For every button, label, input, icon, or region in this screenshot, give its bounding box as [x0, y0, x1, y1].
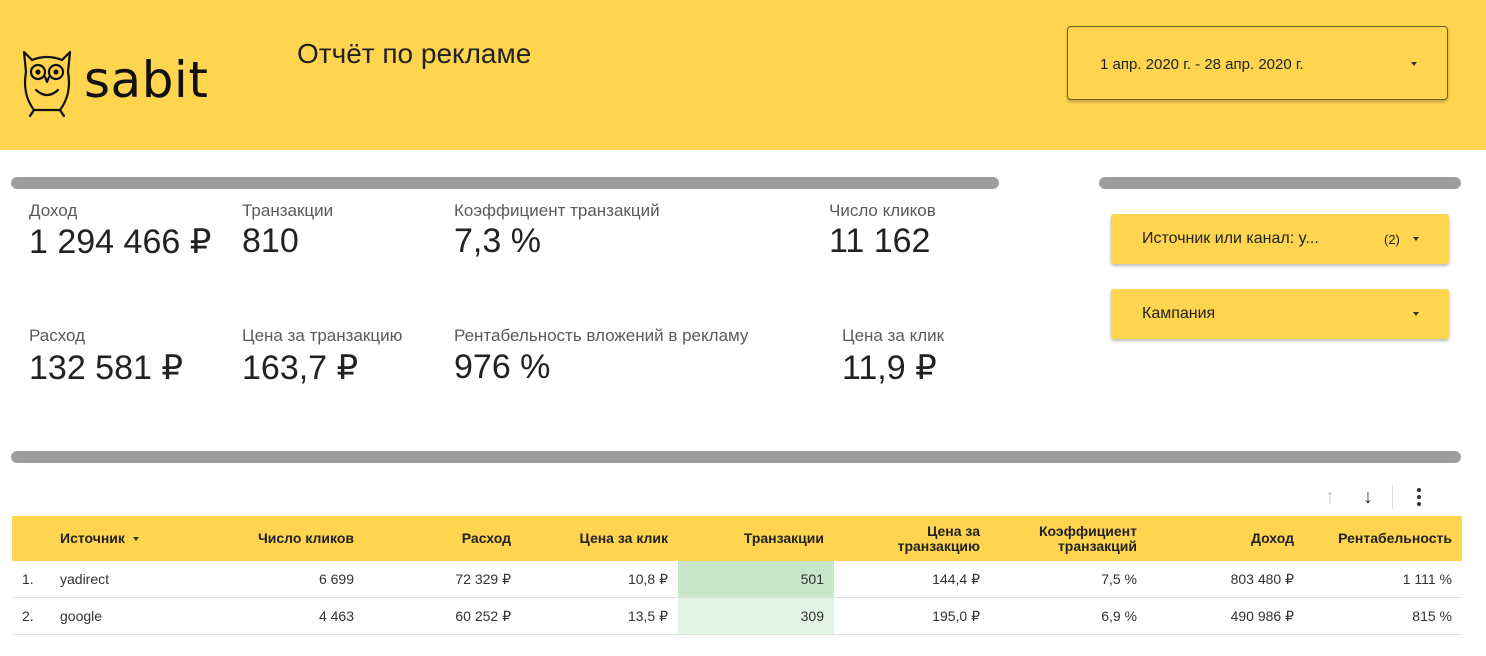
kpi-revenue-label: Доход: [29, 201, 78, 220]
row-index: 2.: [12, 597, 50, 635]
kpi-cost-per-transaction-value: 163,7 ₽: [242, 349, 359, 387]
kpi-cost-label: Расход: [29, 326, 86, 345]
cell-transactions: 309: [678, 597, 834, 635]
section-divider: [1099, 177, 1461, 189]
cell-cost: 72 329 ₽: [364, 561, 521, 598]
cell-conversion: 7,5 %: [990, 561, 1147, 598]
header-index: [12, 516, 50, 561]
kpi-clicks-label: Число кликов: [829, 201, 936, 220]
header-cost[interactable]: Расход: [364, 516, 521, 561]
cell-revenue: 490 986 ₽: [1147, 597, 1304, 635]
campaign-filter-label: Кампания: [1142, 305, 1216, 322]
arrow-up-icon[interactable]: ↑: [1318, 486, 1342, 509]
brand-logo: sabit: [20, 42, 208, 118]
header-source[interactable]: Источник: [50, 516, 160, 561]
table-controls: ↑ ↓: [1318, 485, 1431, 509]
cell-conversion: 6,9 %: [990, 597, 1147, 635]
cell-clicks: 4 463: [160, 597, 364, 635]
kpi-cpc-value: 11,9 ₽: [842, 349, 937, 387]
owl-icon: [22, 50, 72, 118]
cell-roas: 815 %: [1304, 597, 1462, 635]
kpi-cpc-label: Цена за клик: [842, 326, 945, 345]
header-cpc[interactable]: Цена за клик: [521, 516, 678, 561]
cell-cpc: 10,8 ₽: [521, 561, 678, 598]
section-divider: [11, 177, 999, 189]
kpi-cost-per-transaction-label: Цена за транзакцию: [242, 326, 403, 345]
date-range-picker[interactable]: 1 апр. 2020 г. - 28 апр. 2020 г.: [1067, 26, 1448, 100]
chevron-down-icon: [1411, 62, 1417, 66]
source-filter-count: (2): [1384, 232, 1400, 247]
kpi-revenue-value: 1 294 466 ₽: [29, 223, 212, 261]
kpi-roas-label: Рентабельность вложений в рекламу: [454, 326, 749, 345]
arrow-down-icon[interactable]: ↓: [1356, 486, 1380, 509]
kpi-roas-value: 976 %: [454, 348, 551, 386]
sort-desc-icon: [132, 537, 139, 542]
table-row: 1. yadirect 6 699 72 329 ₽ 10,8 ₽ 501 14…: [12, 561, 1462, 598]
kpi-transactions-value: 810: [242, 222, 299, 260]
date-range-value: 1 апр. 2020 г. - 28 апр. 2020 г.: [1100, 56, 1304, 73]
cell-source: yadirect: [50, 561, 160, 598]
header-clicks[interactable]: Число кликов: [160, 516, 364, 561]
cell-transactions: 501: [678, 561, 834, 598]
header-conversion[interactable]: Коэффициент транзакций: [990, 516, 1147, 561]
source-filter-dropdown[interactable]: Источник или канал: y... (2): [1111, 214, 1449, 264]
header-transactions[interactable]: Транзакции: [678, 516, 834, 561]
kpi-clicks-value: 11 162: [829, 222, 931, 260]
kpi-cost-value: 132 581 ₽: [29, 349, 183, 387]
row-index: 1.: [12, 561, 50, 598]
page-title: Отчёт по рекламе: [297, 38, 532, 69]
report-header: sabit Отчёт по рекламе 1 апр. 2020 г. - …: [0, 0, 1486, 150]
source-filter-label: Источник или канал: y...: [1142, 230, 1319, 247]
cell-revenue: 803 480 ₽: [1147, 561, 1304, 598]
section-divider: [11, 451, 1461, 463]
cell-cost-per-transaction: 144,4 ₽: [834, 561, 990, 598]
brand-name: sabit: [84, 51, 209, 109]
kpi-transactions-label: Транзакции: [242, 201, 334, 220]
chevron-down-icon: [1413, 237, 1419, 241]
kpi-conversion-value: 7,3 %: [454, 222, 541, 260]
campaign-filter-dropdown[interactable]: Кампания: [1111, 289, 1449, 339]
table-row: 2. google 4 463 60 252 ₽ 13,5 ₽ 309 195,…: [12, 597, 1462, 635]
cell-cost: 60 252 ₽: [364, 597, 521, 635]
cell-cpc: 13,5 ₽: [521, 597, 678, 635]
cell-cost-per-transaction: 195,0 ₽: [834, 597, 990, 635]
table-header-row: Источник Число кликов Расход Цена за кли…: [12, 516, 1462, 561]
chevron-down-icon: [1413, 312, 1419, 316]
sources-table: Источник Число кликов Расход Цена за кли…: [12, 516, 1462, 635]
header-revenue[interactable]: Доход: [1147, 516, 1304, 561]
header-cost-per-transaction[interactable]: Цена за транзакцию: [834, 516, 990, 561]
cell-clicks: 6 699: [160, 561, 364, 598]
toolbar-separator: [1392, 485, 1393, 509]
header-roas[interactable]: Рентабельность: [1304, 516, 1462, 561]
cell-roas: 1 111 %: [1304, 561, 1462, 598]
cell-source: google: [50, 597, 160, 635]
more-options-icon[interactable]: [1407, 486, 1431, 508]
kpi-conversion-label: Коэффициент транзакций: [454, 201, 660, 220]
